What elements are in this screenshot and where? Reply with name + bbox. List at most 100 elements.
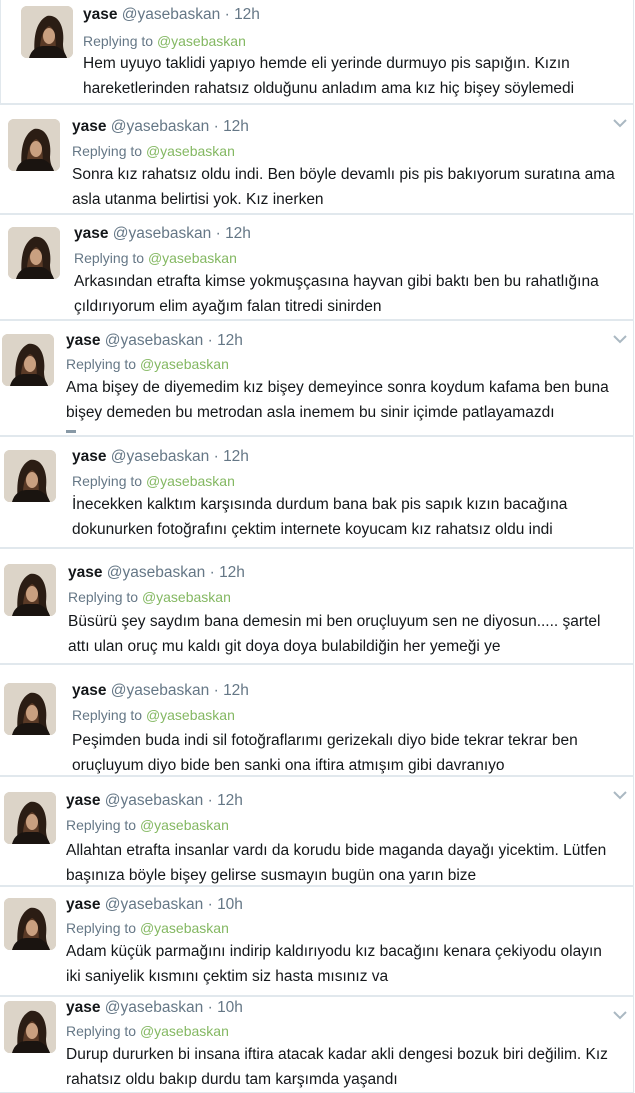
user-handle[interactable]: @yasebaskan	[107, 564, 205, 581]
tweet-timestamp[interactable]: 10h	[217, 896, 243, 913]
avatar[interactable]	[4, 450, 56, 502]
tweet[interactable]: yase @yasebaskan · 12h Replying to @yase…	[0, 320, 634, 436]
tweet-timestamp[interactable]: 12h	[219, 564, 245, 581]
separator-dot: ·	[207, 792, 213, 809]
avatar[interactable]	[8, 119, 60, 171]
tweet-timestamp[interactable]: 12h	[217, 792, 243, 809]
replying-to-line: Replying to @yasebaskan	[66, 1022, 229, 1040]
user-handle[interactable]: @yasebaskan	[111, 682, 209, 699]
display-name[interactable]: yase	[83, 6, 117, 23]
avatar[interactable]	[4, 792, 56, 844]
tweet-timestamp[interactable]: 10h	[217, 999, 243, 1016]
replying-to-link[interactable]: @yasebaskan	[140, 356, 229, 372]
tweet[interactable]: yase @yasebaskan · 12h Replying to @yase…	[0, 104, 634, 214]
tweet[interactable]: yase @yasebaskan · 12h Replying to @yase…	[0, 548, 634, 664]
tweet-header: yase @yasebaskan · 12h	[72, 447, 249, 467]
tweet-timestamp[interactable]: 12h	[234, 6, 260, 23]
user-handle[interactable]: @yasebaskan	[111, 118, 209, 135]
avatar[interactable]	[4, 898, 56, 950]
avatar[interactable]	[4, 564, 56, 616]
display-name[interactable]: yase	[68, 564, 102, 581]
tweet-text: Ama bişey de diyemedim kız bişey demeyin…	[66, 379, 609, 421]
user-handle[interactable]: @yasebaskan	[105, 332, 203, 349]
display-name[interactable]: yase	[66, 792, 100, 809]
separator-dot: ·	[207, 896, 213, 913]
tweet-text: Peşimden buda indi sil fotoğraflarımı ge…	[72, 732, 578, 774]
tweet-header: yase @yasebaskan · 10h	[66, 998, 243, 1018]
separator-dot: ·	[213, 448, 219, 465]
replying-to-link[interactable]: @yasebaskan	[142, 589, 231, 605]
display-name[interactable]: yase	[72, 448, 106, 465]
separator-dot: ·	[224, 6, 230, 23]
display-name[interactable]: yase	[66, 999, 100, 1016]
separator-dot: ·	[213, 118, 219, 135]
tweet[interactable]: yase @yasebaskan · 12h Replying to @yase…	[0, 664, 634, 776]
replying-to-label: Replying to	[74, 250, 145, 266]
replying-to-label: Replying to	[66, 1023, 137, 1039]
replying-to-line: Replying to @yasebaskan	[66, 816, 229, 834]
avatar[interactable]	[21, 6, 73, 58]
replying-to-line: Replying to @yasebaskan	[72, 142, 235, 160]
avatar[interactable]	[8, 227, 60, 279]
tweet[interactable]: yase @yasebaskan · 12h Replying to @yase…	[0, 436, 634, 548]
user-handle[interactable]: @yasebaskan	[105, 896, 203, 913]
display-name[interactable]: yase	[74, 225, 108, 242]
tweet[interactable]: yase @yasebaskan · 10h Replying to @yase…	[0, 996, 634, 1093]
tweet-header: yase @yasebaskan · 12h	[83, 5, 260, 25]
replying-to-link[interactable]: @yasebaskan	[146, 473, 235, 489]
chevron-down-icon[interactable]	[613, 787, 627, 800]
tweet-text: Arkasından etrafta kimse yokmuşçasına ha…	[74, 273, 599, 315]
tweet[interactable]: yase @yasebaskan · 12h Replying to @yase…	[0, 214, 634, 320]
user-handle[interactable]: @yasebaskan	[122, 6, 220, 23]
replying-to-label: Replying to	[66, 920, 137, 936]
tweet-header: yase @yasebaskan · 12h	[66, 331, 243, 351]
replying-to-link[interactable]: @yasebaskan	[140, 1023, 229, 1039]
chevron-down-icon[interactable]	[613, 331, 627, 344]
tweet-header: yase @yasebaskan · 12h	[66, 791, 243, 811]
replying-to-link[interactable]: @yasebaskan	[157, 33, 246, 49]
user-handle[interactable]: @yasebaskan	[105, 792, 203, 809]
chevron-down-icon[interactable]	[613, 1007, 627, 1020]
display-name[interactable]: yase	[66, 896, 100, 913]
user-handle[interactable]: @yasebaskan	[111, 448, 209, 465]
tweet-header: yase @yasebaskan · 12h	[72, 681, 249, 701]
replying-to-link[interactable]: @yasebaskan	[146, 707, 235, 723]
tweet-text: Allahtan etrafta insanlar vardı da korud…	[66, 842, 607, 884]
tweet-timestamp[interactable]: 12h	[223, 448, 249, 465]
tweet-timestamp[interactable]: 12h	[217, 332, 243, 349]
tweet-text: İnecekken kalktım karşısında durdum bana…	[72, 496, 568, 538]
avatar[interactable]	[4, 683, 56, 735]
tweet-timestamp[interactable]: 12h	[225, 225, 251, 242]
tweet[interactable]: yase @yasebaskan · 12h Replying to @yase…	[0, 0, 634, 104]
tweet[interactable]: yase @yasebaskan · 12h Replying to @yase…	[0, 776, 634, 886]
replying-to-link[interactable]: @yasebaskan	[140, 817, 229, 833]
avatar[interactable]	[2, 334, 54, 386]
tweet[interactable]: yase @yasebaskan · 10h Replying to @yase…	[0, 886, 634, 996]
chevron-down-icon[interactable]	[613, 115, 627, 128]
replying-to-link[interactable]: @yasebaskan	[148, 250, 237, 266]
user-handle[interactable]: @yasebaskan	[105, 999, 203, 1016]
replying-to-label: Replying to	[83, 33, 154, 49]
user-handle[interactable]: @yasebaskan	[113, 225, 211, 242]
tweet-timestamp[interactable]: 12h	[223, 118, 249, 135]
replying-to-line: Replying to @yasebaskan	[68, 588, 231, 606]
replying-to-link[interactable]: @yasebaskan	[140, 920, 229, 936]
separator-dot: ·	[215, 225, 221, 242]
avatar[interactable]	[4, 1001, 56, 1053]
replying-to-label: Replying to	[72, 707, 143, 723]
replying-to-line: Replying to @yasebaskan	[72, 706, 235, 724]
tweet-text: Adam küçük parmağını indirip kaldırıyodu…	[66, 943, 602, 985]
tweet-timestamp[interactable]: 12h	[223, 682, 249, 699]
display-name[interactable]: yase	[72, 682, 106, 699]
tweet-header: yase @yasebaskan · 12h	[68, 563, 245, 583]
replying-to-link[interactable]: @yasebaskan	[146, 143, 235, 159]
display-name[interactable]: yase	[72, 118, 106, 135]
display-name[interactable]: yase	[66, 332, 100, 349]
tweet-text: Durup dururken bi insana iftira atacak k…	[66, 1046, 608, 1088]
tweet-text: Büsürü şey saydım bana demesin mi ben or…	[68, 613, 601, 655]
replying-to-line: Replying to @yasebaskan	[74, 249, 237, 267]
tweet-header: yase @yasebaskan · 10h	[66, 895, 243, 915]
replying-to-line: Replying to @yasebaskan	[83, 32, 246, 50]
replying-to-label: Replying to	[72, 473, 143, 489]
clipped-text-remnant	[66, 430, 76, 433]
